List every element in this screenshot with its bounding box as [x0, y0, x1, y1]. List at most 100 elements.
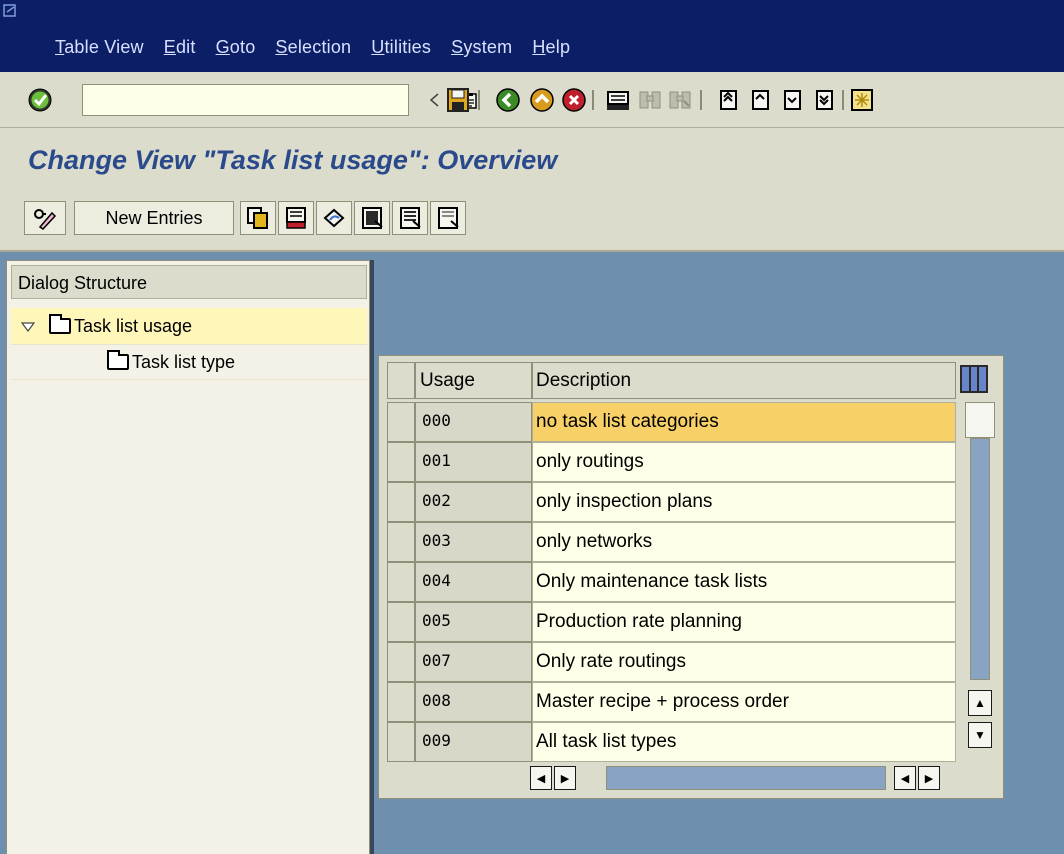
- description-cell[interactable]: only inspection plans: [532, 482, 956, 522]
- undo-change-button[interactable]: [316, 201, 352, 235]
- scroll-left-icon[interactable]: ◀: [530, 766, 552, 790]
- select-all-column-button[interactable]: [387, 362, 415, 399]
- vertical-scrollbar[interactable]: ▲ ▼: [965, 402, 995, 758]
- print-icon[interactable]: [604, 86, 632, 114]
- scroll-track[interactable]: [970, 438, 990, 680]
- row-selector[interactable]: [387, 442, 415, 482]
- column-header-description[interactable]: Description: [532, 362, 956, 399]
- table-row[interactable]: 000 no task list categories: [387, 402, 957, 442]
- row-selector[interactable]: [387, 722, 415, 762]
- table-row[interactable]: 007 Only rate routings: [387, 642, 957, 682]
- delete-row-icon: [286, 207, 306, 229]
- find-next-icon: [666, 86, 694, 114]
- menu-help[interactable]: Help: [532, 37, 570, 58]
- new-entries-button[interactable]: New Entries: [74, 201, 234, 235]
- scroll-right-icon[interactable]: ▶: [918, 766, 940, 790]
- menu-table-view[interactable]: Table View: [55, 37, 144, 58]
- usage-cell: 008: [415, 682, 532, 722]
- scroll-track[interactable]: [606, 766, 886, 790]
- dialog-structure-panel: Dialog Structure Task list usage Task li…: [6, 260, 370, 854]
- tree-item-task-list-type[interactable]: Task list type: [11, 344, 367, 380]
- row-selector[interactable]: [387, 402, 415, 442]
- menu-edit[interactable]: Edit: [164, 37, 196, 58]
- table-row[interactable]: 008 Master recipe + process order: [387, 682, 957, 722]
- select-block-icon: [400, 207, 421, 229]
- usage-cell: 002: [415, 482, 532, 522]
- select-all-button[interactable]: [354, 201, 390, 235]
- usage-cell: 000: [415, 402, 532, 442]
- description-cell[interactable]: Only rate routings: [532, 642, 956, 682]
- menu-selection[interactable]: Selection: [275, 37, 351, 58]
- tree-item-task-list-usage[interactable]: Task list usage: [11, 308, 367, 344]
- scroll-left-icon[interactable]: ◀: [894, 766, 916, 790]
- select-all-icon: [362, 207, 383, 229]
- table-header: Usage Description: [383, 362, 1003, 399]
- toolbar-separator: [592, 90, 594, 110]
- row-selector[interactable]: [387, 482, 415, 522]
- display-change-button[interactable]: [24, 201, 66, 235]
- column-header-usage[interactable]: Usage: [415, 362, 532, 399]
- open-folder-icon: [49, 314, 71, 334]
- first-page-icon[interactable]: [714, 86, 742, 114]
- copy-as-button[interactable]: [240, 201, 276, 235]
- deselect-all-button[interactable]: [430, 201, 466, 235]
- menu-utilities[interactable]: Utilities: [371, 37, 431, 58]
- system-menu-icon[interactable]: [3, 4, 17, 18]
- row-selector[interactable]: [387, 642, 415, 682]
- menu-bar: Table View Edit Goto Selection Utilities…: [0, 0, 1064, 72]
- create-session-icon[interactable]: [848, 86, 876, 114]
- last-page-icon[interactable]: [810, 86, 838, 114]
- menu-goto[interactable]: Goto: [216, 37, 256, 58]
- toolbar-separator: [478, 90, 480, 110]
- row-selector[interactable]: [387, 522, 415, 562]
- description-cell[interactable]: Only maintenance task lists: [532, 562, 956, 602]
- tree-item-label: Task list usage: [74, 315, 193, 336]
- enter-icon[interactable]: [26, 86, 54, 114]
- scroll-thumb[interactable]: [965, 402, 995, 438]
- table-row[interactable]: 005 Production rate planning: [387, 602, 957, 642]
- title-bar: Change View "Task list usage": Overview: [0, 128, 1064, 192]
- menu-system[interactable]: System: [451, 37, 512, 58]
- page-title: Change View "Task list usage": Overview: [28, 145, 558, 175]
- exit-icon[interactable]: [528, 86, 556, 114]
- description-cell[interactable]: only routings: [532, 442, 956, 482]
- back-icon[interactable]: [494, 86, 522, 114]
- row-selector[interactable]: [387, 562, 415, 602]
- description-cell[interactable]: Production rate planning: [532, 602, 956, 642]
- table-row[interactable]: 002 only inspection plans: [387, 482, 957, 522]
- save-icon[interactable]: [444, 86, 472, 114]
- table-row[interactable]: 004 Only maintenance task lists: [387, 562, 957, 602]
- delete-button[interactable]: [278, 201, 314, 235]
- row-selector[interactable]: [387, 602, 415, 642]
- next-page-icon[interactable]: [778, 86, 806, 114]
- undo-icon: [323, 208, 345, 228]
- scroll-up-icon[interactable]: ▲: [968, 690, 992, 716]
- usage-cell: 009: [415, 722, 532, 762]
- usage-cell: 007: [415, 642, 532, 682]
- table-row[interactable]: 001 only routings: [387, 442, 957, 482]
- row-selector[interactable]: [387, 682, 415, 722]
- description-cell[interactable]: All task list types: [532, 722, 956, 762]
- command-field[interactable]: [82, 84, 477, 116]
- scroll-right-icon[interactable]: ▶: [554, 766, 576, 790]
- tree-item-label: Task list type: [132, 351, 236, 372]
- description-cell[interactable]: only networks: [532, 522, 956, 562]
- toolbar-separator: [700, 90, 702, 110]
- select-block-button[interactable]: [392, 201, 428, 235]
- deselect-all-icon: [438, 207, 459, 229]
- usage-cell: 005: [415, 602, 532, 642]
- expand-triangle-icon[interactable]: [20, 316, 36, 337]
- new-entries-label: New Entries: [105, 207, 203, 228]
- find-icon: [636, 86, 664, 114]
- previous-page-icon[interactable]: [746, 86, 774, 114]
- description-cell[interactable]: no task list categories: [532, 402, 956, 442]
- table-control: Usage Description 000 no task list categ…: [378, 355, 1004, 799]
- usage-cell: 004: [415, 562, 532, 602]
- description-cell[interactable]: Master recipe + process order: [532, 682, 956, 722]
- scroll-down-icon[interactable]: ▼: [968, 722, 992, 748]
- table-settings-icon[interactable]: [960, 365, 988, 393]
- table-row[interactable]: 003 only networks: [387, 522, 957, 562]
- cancel-icon[interactable]: [560, 86, 588, 114]
- horizontal-scrollbar[interactable]: ◀ ▶ ◀ ▶: [530, 764, 950, 794]
- table-row[interactable]: 009 All task list types: [387, 722, 957, 762]
